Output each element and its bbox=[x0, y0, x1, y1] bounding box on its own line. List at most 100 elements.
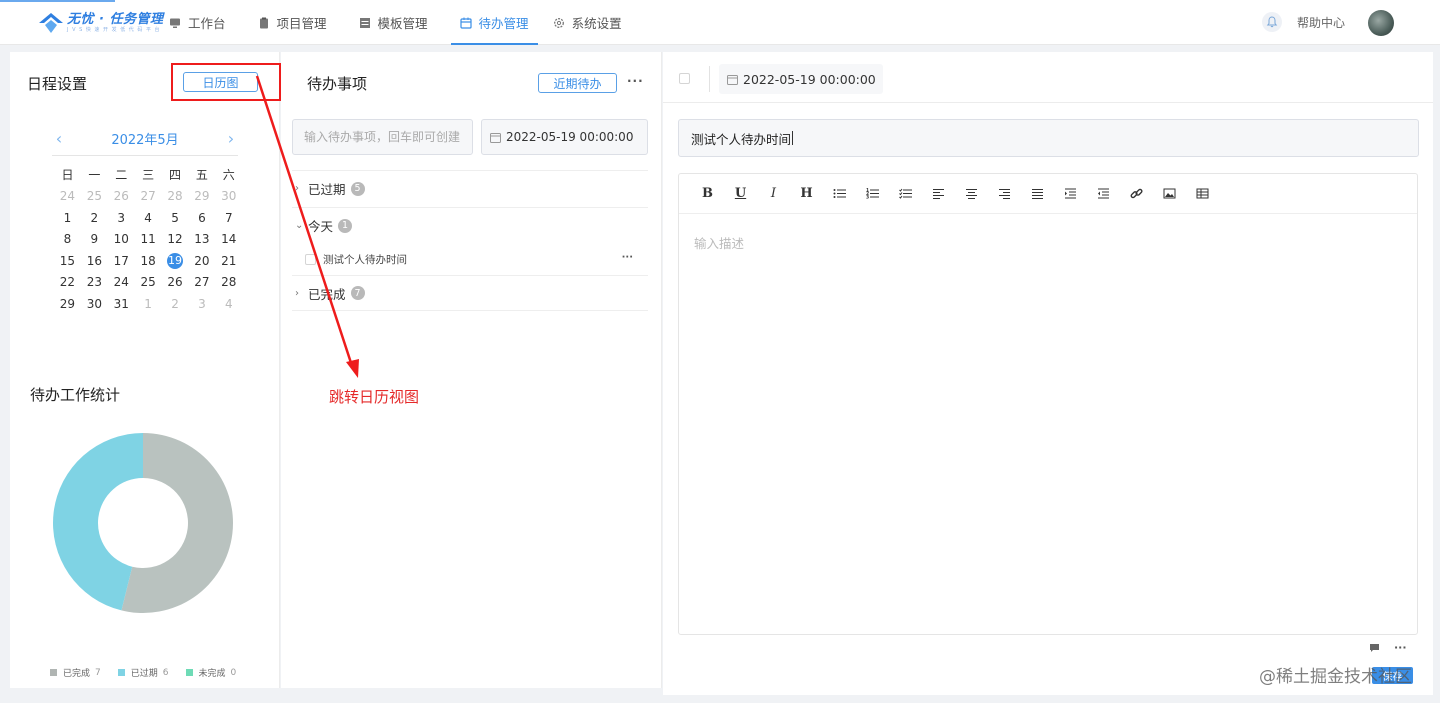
help-center-link[interactable]: 帮助中心 bbox=[1297, 14, 1345, 31]
align-left-icon[interactable] bbox=[922, 182, 955, 206]
todo-list-panel: 待办事项 近期待办 ··· 2022-05-19 00:00:00 › 已过期 … bbox=[281, 52, 662, 688]
calendar-day[interactable]: 25 bbox=[81, 186, 108, 208]
italic-icon[interactable]: I bbox=[757, 182, 790, 206]
recent-todos-button[interactable]: 近期待办 bbox=[538, 73, 617, 93]
todo-more-button[interactable]: ··· bbox=[622, 252, 633, 263]
description-input[interactable]: 输入描述 bbox=[679, 214, 1417, 271]
calendar-day[interactable]: 22 bbox=[54, 272, 81, 294]
bold-icon[interactable]: B bbox=[691, 182, 724, 206]
nav-label: 项目管理 bbox=[276, 16, 327, 31]
calendar-day[interactable]: 28 bbox=[215, 272, 242, 294]
image-icon[interactable] bbox=[1153, 182, 1186, 206]
outdent-icon[interactable] bbox=[1087, 182, 1120, 206]
calendar-day[interactable]: 24 bbox=[108, 272, 135, 294]
table-icon[interactable] bbox=[1186, 182, 1219, 206]
calendar-day[interactable]: 30 bbox=[215, 186, 242, 208]
checklist-icon[interactable] bbox=[889, 182, 922, 206]
more-options-button[interactable]: ··· bbox=[1394, 641, 1407, 654]
calendar-day[interactable]: 14 bbox=[215, 229, 242, 251]
todo-title-input[interactable]: 测试个人待办时间 bbox=[678, 119, 1419, 157]
calendar-day[interactable]: 26 bbox=[162, 272, 189, 294]
legend-label: 未完成 bbox=[198, 669, 226, 679]
detail-date-picker[interactable]: 2022-05-19 00:00:00 bbox=[719, 64, 883, 94]
ordered-list-icon[interactable]: 123 bbox=[856, 182, 889, 206]
calendar-day[interactable]: 6 bbox=[188, 207, 215, 229]
group-completed[interactable]: › 已完成 7 bbox=[292, 275, 648, 311]
nav-item-templates[interactable]: 模板管理 bbox=[350, 0, 437, 45]
calendar-day[interactable]: 7 bbox=[215, 207, 242, 229]
calendar-day-number: 24 bbox=[59, 189, 76, 204]
calendar-day[interactable]: 1 bbox=[54, 207, 81, 229]
group-overdue[interactable]: › 已过期 5 bbox=[292, 170, 648, 206]
link-icon[interactable] bbox=[1120, 182, 1153, 206]
todo-item[interactable]: 测试个人待办时间 ··· bbox=[305, 244, 635, 274]
align-right-icon[interactable] bbox=[988, 182, 1021, 206]
calendar-day[interactable]: 31 bbox=[108, 293, 135, 315]
calendar-day[interactable]: 23 bbox=[81, 272, 108, 294]
calendar-day[interactable]: 3 bbox=[108, 207, 135, 229]
calendar-weekday: 三 bbox=[142, 168, 155, 183]
calendar-day-today[interactable]: 19 bbox=[162, 250, 189, 272]
user-avatar[interactable] bbox=[1368, 10, 1394, 36]
new-todo-input[interactable] bbox=[293, 120, 472, 154]
calendar-day[interactable]: 27 bbox=[188, 272, 215, 294]
calendar-day[interactable]: 3 bbox=[188, 293, 215, 315]
calendar-day[interactable]: 21 bbox=[215, 250, 242, 272]
todo-date-picker[interactable]: 2022-05-19 00:00:00 bbox=[481, 119, 648, 155]
calendar-day-number: 26 bbox=[167, 275, 183, 290]
calendar-day[interactable]: 10 bbox=[108, 229, 135, 251]
calendar-header: ‹ 2022年5月 › bbox=[52, 127, 238, 149]
calendar-day[interactable]: 29 bbox=[54, 293, 81, 315]
heading-icon[interactable]: H bbox=[790, 182, 823, 206]
calendar-day[interactable]: 2 bbox=[81, 207, 108, 229]
legend-item[interactable]: 已过期 6 bbox=[117, 666, 169, 679]
legend-item[interactable]: 已完成 7 bbox=[50, 666, 101, 679]
calendar-day[interactable]: 1 bbox=[135, 293, 162, 315]
calendar-day[interactable]: 29 bbox=[188, 186, 215, 208]
calendar-day[interactable]: 18 bbox=[135, 250, 162, 272]
calendar-day[interactable]: 4 bbox=[215, 293, 242, 315]
nav-item-todos[interactable]: 待办管理 bbox=[450, 0, 538, 45]
nav-item-workbench[interactable]: 工作台 bbox=[160, 0, 235, 45]
detail-footer-icons: ··· bbox=[1369, 641, 1407, 654]
legend-item[interactable]: 未完成 0 bbox=[185, 666, 236, 679]
align-center-icon[interactable] bbox=[955, 182, 988, 206]
calendar-day[interactable]: 16 bbox=[81, 250, 108, 272]
calendar-day[interactable]: 4 bbox=[135, 207, 162, 229]
underline-icon[interactable]: U bbox=[724, 182, 757, 206]
bullet-list-icon[interactable] bbox=[823, 182, 856, 206]
nav-item-projects[interactable]: 项目管理 bbox=[249, 0, 336, 45]
calendar-day[interactable]: 30 bbox=[81, 293, 108, 315]
calendar-day[interactable]: 28 bbox=[162, 186, 189, 208]
calendar-day[interactable]: 24 bbox=[54, 186, 81, 208]
calendar-icon bbox=[459, 17, 472, 29]
align-justify-icon[interactable] bbox=[1021, 182, 1054, 206]
calendar-day[interactable]: 27 bbox=[135, 186, 162, 208]
calendar-day[interactable]: 25 bbox=[135, 272, 162, 294]
next-month-button[interactable]: › bbox=[224, 129, 238, 148]
calendar-day[interactable]: 13 bbox=[188, 229, 215, 251]
calendar-day[interactable]: 8 bbox=[54, 229, 81, 251]
app-logo[interactable]: 无忧 · 任务管理 J V S 快 速 开 发 低 代 码 平 台 bbox=[38, 10, 164, 36]
calendar-day[interactable]: 11 bbox=[135, 229, 162, 251]
calendar-day[interactable]: 20 bbox=[188, 250, 215, 272]
calendar-day[interactable]: 9 bbox=[81, 229, 108, 251]
more-options-button[interactable]: ··· bbox=[627, 74, 644, 88]
calendar-day[interactable]: 2 bbox=[162, 293, 189, 315]
notification-bell[interactable] bbox=[1262, 12, 1282, 32]
calendar-day[interactable]: 12 bbox=[162, 229, 189, 251]
comment-icon[interactable] bbox=[1369, 643, 1380, 653]
schedule-title: 日程设置 bbox=[27, 75, 88, 93]
todo-checkbox[interactable] bbox=[305, 253, 316, 265]
group-today[interactable]: ⌄ 今天 1 bbox=[292, 207, 648, 243]
calendar-day[interactable]: 5 bbox=[162, 207, 189, 229]
calendar-day[interactable]: 26 bbox=[108, 186, 135, 208]
calendar-day[interactable]: 15 bbox=[54, 250, 81, 272]
prev-month-button[interactable]: ‹ bbox=[52, 129, 66, 148]
calendar-day[interactable]: 17 bbox=[108, 250, 135, 272]
indent-icon[interactable] bbox=[1054, 182, 1087, 206]
count-badge: 7 bbox=[350, 286, 365, 300]
todo-complete-checkbox[interactable] bbox=[679, 73, 690, 84]
nav-item-settings[interactable]: 系统设置 bbox=[544, 0, 631, 45]
gear-icon bbox=[553, 17, 564, 28]
